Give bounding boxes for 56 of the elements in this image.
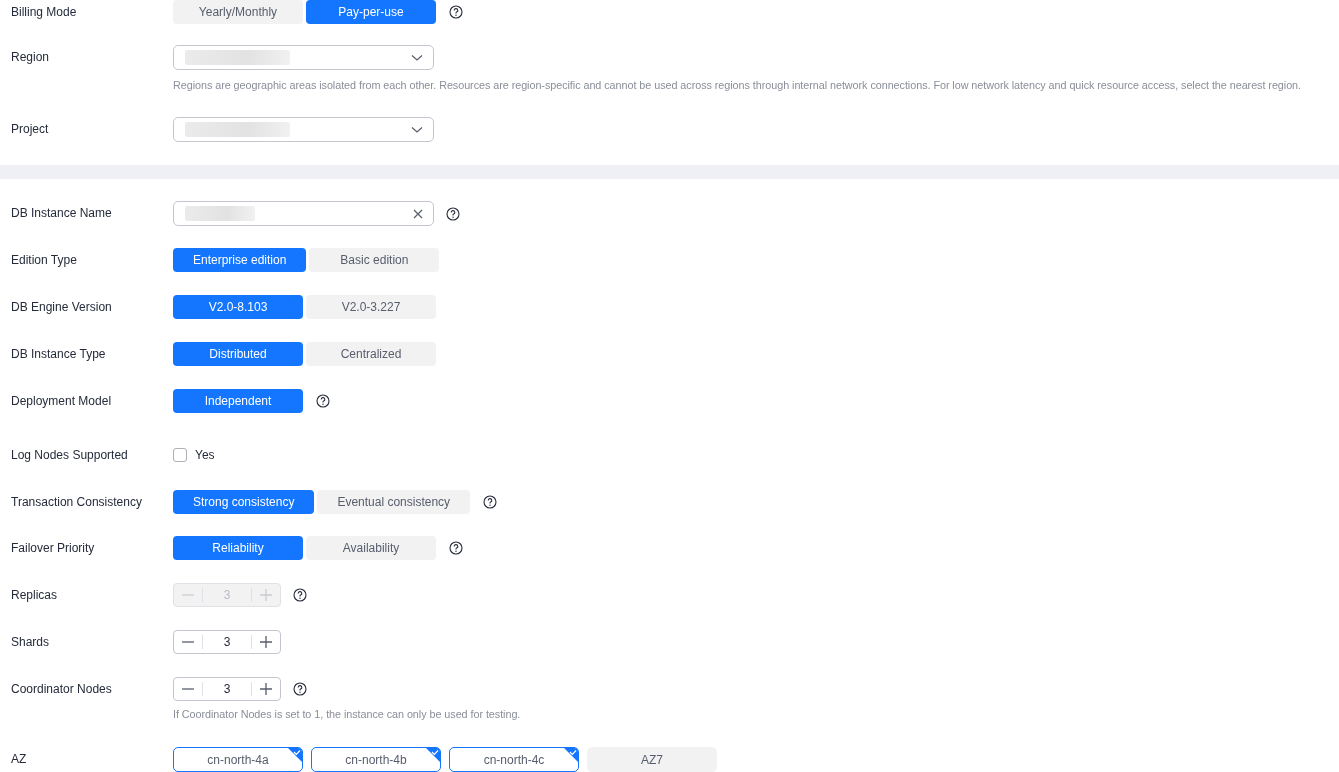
az-option[interactable]: cn-north-4a: [173, 747, 303, 772]
field-label: Region: [11, 50, 50, 64]
field-label: DB Engine Version: [11, 300, 112, 314]
option-button[interactable]: Enterprise edition: [173, 248, 307, 272]
option-button[interactable]: Centralized: [306, 342, 436, 366]
option-button[interactable]: Distributed: [173, 342, 303, 366]
field-label: Shards: [11, 635, 50, 649]
field-label: Coordinator Nodes: [11, 682, 112, 696]
redacted-value: [185, 206, 255, 221]
az-option[interactable]: cn-north-4c: [449, 747, 579, 772]
field-label: Edition Type: [11, 253, 77, 267]
close-icon[interactable]: [413, 208, 423, 219]
option-button[interactable]: Pay-per-use: [306, 0, 436, 24]
help-icon[interactable]: [449, 5, 463, 19]
help-icon[interactable]: [293, 682, 307, 696]
hint-text: If Coordinator Nodes is set to 1, the instance can only be used for testing.: [173, 707, 522, 721]
field-label: Deployment Model: [11, 394, 112, 408]
option-button[interactable]: Yearly/Monthly: [173, 0, 303, 24]
option-button[interactable]: V2.0-3.227: [306, 295, 436, 319]
stepper-value: 3: [202, 635, 252, 649]
field-label: Billing Mode: [11, 5, 77, 19]
field-label: Transaction Consistency: [11, 495, 142, 509]
field-label: DB Instance Type: [11, 347, 106, 361]
plus-icon[interactable]: [260, 636, 272, 648]
field-label: Log Nodes Supported: [11, 448, 128, 462]
field-label: Project: [11, 122, 49, 136]
help-icon[interactable]: [316, 394, 330, 408]
field-label: AZ: [11, 752, 27, 766]
field-label: DB Instance Name: [11, 206, 112, 220]
help-icon[interactable]: [446, 206, 460, 221]
az-option[interactable]: cn-north-4b: [311, 747, 441, 772]
help-icon[interactable]: [449, 541, 463, 555]
hint-text: Regions are geographic areas isolated from each other. Resources are region-specific and cannot be used across regions through internal network connections. For low network latency and quick resource access, select the nearest region.: [173, 78, 1302, 92]
option-button[interactable]: Strong consistency: [173, 490, 315, 514]
option-button[interactable]: Independent: [173, 389, 303, 413]
az-option[interactable]: AZ7: [587, 747, 717, 772]
help-icon[interactable]: [483, 495, 498, 509]
field-label: Replicas: [11, 588, 58, 602]
option-button[interactable]: Eventual consistency: [317, 490, 471, 514]
number-stepper[interactable]: 3: [173, 630, 281, 654]
stepper-value: 3: [202, 682, 252, 696]
option-button[interactable]: Reliability: [173, 536, 303, 560]
stepper-value: 3: [202, 588, 252, 602]
field-label: Failover Priority: [11, 541, 95, 555]
option-button[interactable]: V2.0-8.103: [173, 295, 303, 319]
chevron-down-icon: [411, 125, 423, 134]
input-field[interactable]: [173, 201, 434, 226]
selected-corner-icon: [426, 748, 440, 762]
plus-icon[interactable]: [260, 683, 272, 695]
chevron-down-icon: [411, 53, 423, 62]
option-button[interactable]: Availability: [306, 536, 436, 560]
option-button[interactable]: Basic edition: [309, 248, 440, 272]
selected-corner-icon: [288, 748, 302, 762]
checkbox-option[interactable]: Yes: [173, 446, 215, 464]
number-stepper[interactable]: 3: [173, 677, 281, 701]
selected-corner-icon: [564, 748, 578, 762]
